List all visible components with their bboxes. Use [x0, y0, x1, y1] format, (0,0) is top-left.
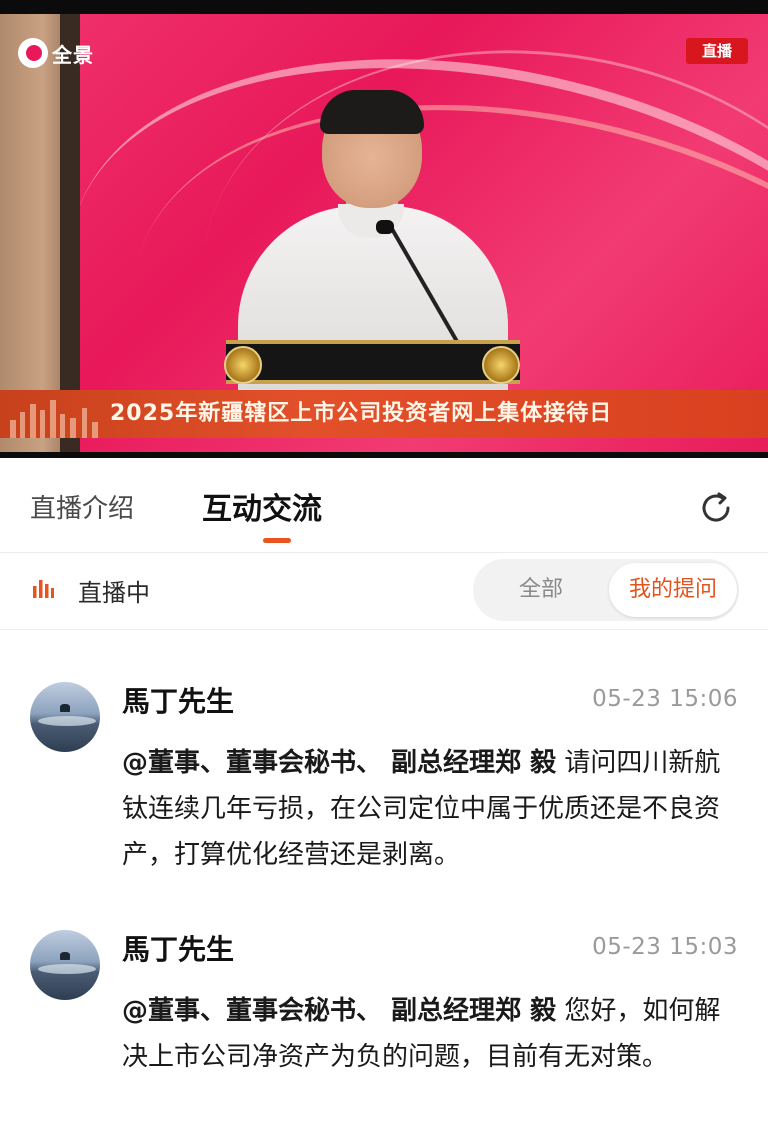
podium	[226, 340, 520, 384]
avatar[interactable]	[30, 930, 100, 1000]
message-body: @董事、董事会秘书、 副总经理郑 毅 请问四川新航钛连续几年亏损，在公司定位中属…	[122, 740, 722, 878]
message-time: 05-23 15:06	[592, 686, 738, 712]
question-filter: 全部 我的提问	[473, 559, 739, 621]
event-banner-title: 2025年新疆辖区上市公司投资者网上集体接待日	[110, 401, 613, 426]
brand-logo-text: 全景	[52, 42, 94, 67]
tab-bar: 直播介绍 互动交流	[0, 458, 768, 552]
live-badge: 直播	[686, 38, 748, 64]
refresh-icon	[702, 492, 730, 522]
live-status-label: 直播中	[78, 579, 150, 607]
podium-emblem	[482, 346, 520, 384]
active-tab-indicator	[263, 538, 291, 543]
speaker-figure	[228, 86, 518, 406]
speaker-hair	[320, 90, 424, 134]
avatar[interactable]	[30, 682, 100, 752]
brand-logo-icon	[18, 38, 48, 68]
bar-chart-icon	[33, 580, 54, 598]
video-top-bar	[0, 0, 768, 14]
status-row: 直播中 全部 我的提问	[0, 553, 768, 629]
message-author: 馬丁先生	[122, 933, 235, 966]
divider	[0, 629, 768, 630]
filter-my-questions-button[interactable]: 我的提问	[609, 563, 737, 617]
video-player[interactable]: 2025年新疆辖区上市公司投资者网上集体接待日 全景 直播	[0, 0, 768, 458]
podium-emblem	[224, 346, 262, 384]
microphone	[376, 220, 394, 234]
message-mention[interactable]: @董事、董事会秘书、 副总经理郑 毅	[122, 996, 556, 1026]
message-time: 05-23 15:03	[592, 934, 738, 960]
message-body: @董事、董事会秘书、 副总经理郑 毅 您好，如何解决上市公司净资产为负的问题，目…	[122, 988, 722, 1080]
refresh-button[interactable]	[696, 488, 736, 528]
brand-logo: 全景	[18, 38, 94, 68]
filter-all-button[interactable]: 全部	[473, 559, 609, 621]
wall-pillar-edge	[60, 14, 80, 452]
tab-live-intro[interactable]: 直播介绍	[30, 488, 134, 525]
message-author: 馬丁先生	[122, 685, 235, 718]
message-mention[interactable]: @董事、董事会秘书、 副总经理郑 毅	[122, 748, 556, 778]
skyline-graphic	[6, 398, 102, 438]
tab-interaction[interactable]: 互动交流	[202, 484, 322, 528]
